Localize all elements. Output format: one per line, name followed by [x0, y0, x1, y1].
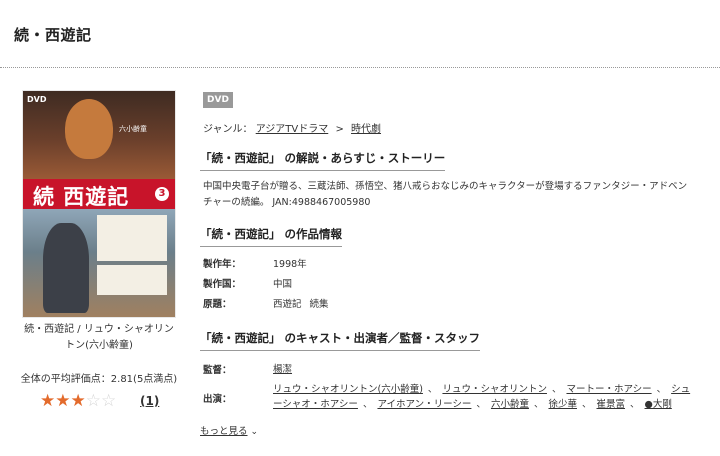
breadcrumb-separator: >: [335, 124, 344, 135]
work-info-table: 製作年： 1998年 製作国： 中国 原題： 西遊記 続集: [203, 255, 329, 315]
cover-volume: 3: [155, 187, 169, 201]
cast-label: 出演：: [203, 394, 232, 405]
cover-image[interactable]: DVD 六小齢童 続 西遊記 3: [22, 90, 176, 318]
format-badge: DVD: [203, 92, 233, 108]
cast-link[interactable]: 徐少華: [548, 399, 577, 410]
cover-dvd-mark: DVD: [27, 95, 47, 104]
info-row-year: 製作年： 1998年: [203, 259, 307, 270]
genre-link-period-drama[interactable]: 時代劇: [351, 124, 381, 135]
cast-staff-heading: 「続・西遊記」 のキャスト・出演者／監督・スタッフ: [200, 330, 481, 351]
cover-title-logo: 続 西遊記: [33, 184, 130, 209]
genre-breadcrumb: ジャンル： アジアTVドラマ > 時代劇: [203, 120, 381, 135]
star-icon: ★: [70, 391, 86, 411]
info-row-original-title: 原題： 西遊記 続集: [203, 299, 329, 310]
average-rating-label: 全体の平均評価点：2.81(5点満点): [20, 374, 178, 385]
work-info-heading: 「続・西遊記」 の作品情報: [200, 226, 343, 247]
cast-link[interactable]: マートー・ホアシー: [566, 384, 651, 395]
cover-cast-text: 六小齢童: [119, 125, 147, 133]
review-count-link[interactable]: (1): [140, 394, 159, 408]
show-more-link[interactable]: もっと見る ⌄: [200, 423, 258, 437]
page-title: 続・西遊記: [14, 26, 92, 44]
synopsis-text: 中国中央電子台が贈る、三蔵法師、孫悟空、猪八戒らおなじみのキャラクターが登場する…: [203, 181, 688, 208]
director-label: 監督：: [203, 365, 232, 376]
cover-caption: 続・西遊記 / リュウ・シャオリントン(六小齢童): [24, 324, 174, 351]
header-divider: [0, 67, 720, 68]
cast-link[interactable]: リュウ・シャオリントン: [442, 384, 547, 395]
genre-label: ジャンル：: [203, 124, 253, 135]
cover-blurb-2: [97, 265, 167, 295]
star-empty-icon: ☆: [101, 391, 117, 411]
director-link[interactable]: 楊潔: [273, 364, 292, 375]
cast-link[interactable]: ●大剛: [645, 399, 672, 410]
star-icon: ★: [40, 391, 56, 411]
cover-blurb: [97, 215, 167, 261]
cast-link[interactable]: リュウ・シャオリントン(六小齢童): [273, 384, 423, 395]
cast-link[interactable]: アイホアン・リーシー: [377, 399, 471, 410]
cover-figure: [43, 223, 89, 313]
synopsis-heading: 「続・西遊記」 の解説・あらすじ・ストーリー: [200, 150, 446, 171]
cast-link[interactable]: 崔景富: [597, 399, 626, 410]
genre-link-asian-tv-drama[interactable]: アジアTVドラマ: [256, 124, 329, 135]
star-empty-icon: ☆: [85, 391, 101, 411]
star-rating: ★★★☆☆: [40, 391, 117, 411]
chevron-down-icon: ⌄: [250, 427, 259, 437]
info-row-country: 製作国： 中国: [203, 279, 293, 290]
cover-monkey-face: [65, 99, 113, 159]
cast-link[interactable]: 六小齢童: [491, 399, 529, 410]
star-icon: ★: [55, 391, 71, 411]
